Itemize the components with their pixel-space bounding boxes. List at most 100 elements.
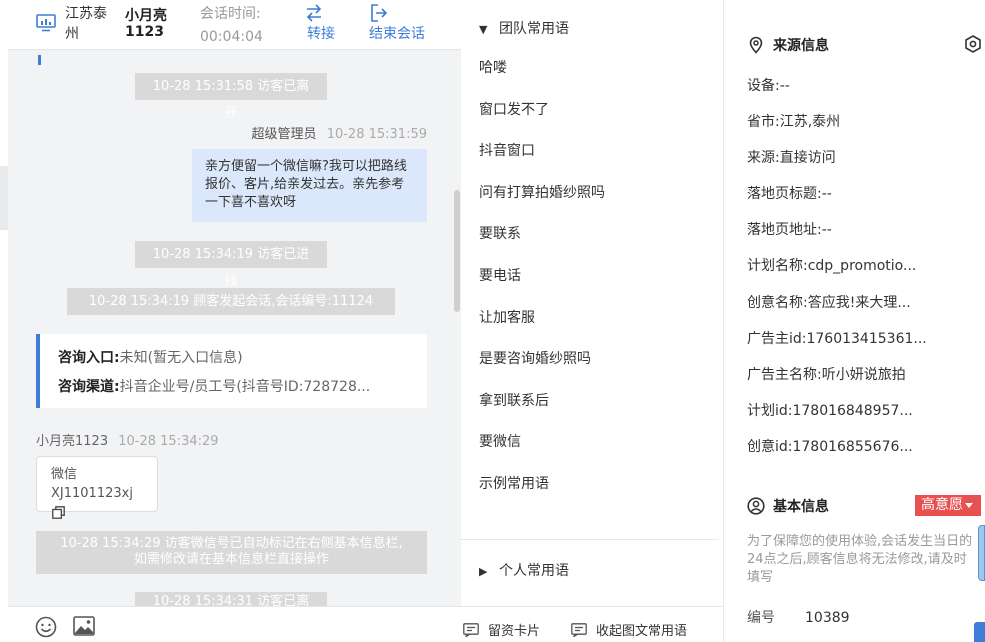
info-row: 广告主id:176013415361... xyxy=(747,330,927,347)
phrase-item[interactable]: 哈喽 xyxy=(479,58,605,100)
intent-level-label: 高意愿 xyxy=(921,497,963,513)
consult-entry-value: 未知(暂无入口信息) xyxy=(119,350,243,366)
card-icon xyxy=(463,623,479,637)
chat-header: 江苏泰州 小月亮1123 会话时间: 00:04:04 转接 结束会话 xyxy=(8,0,461,50)
system-message: 10-28 15:34:19 访客已进线 xyxy=(135,241,327,289)
customer-id-value: 10389 xyxy=(805,610,850,626)
info-row: 设备:-- xyxy=(747,78,790,94)
copy-icon[interactable] xyxy=(52,506,65,519)
info-row: 创意名称:答应我!来大理... xyxy=(747,294,911,311)
system-message-line: 10-28 15:34:29 访客微信号已自动标记在右侧基本信息栏, xyxy=(60,536,403,551)
customer-info-panel: 来源信息 设备:-- 省市:江苏,泰州 来源:直接访问 落地页标题:-- 落地页… xyxy=(725,0,985,642)
user-circle-icon xyxy=(747,497,765,515)
source-info-heading: 来源信息 xyxy=(747,35,829,55)
session-time-value: 00:04:04 xyxy=(200,29,263,45)
transfer-icon xyxy=(306,4,322,22)
intent-level-dropdown[interactable]: 高意愿 xyxy=(915,495,981,516)
customer-name-label: 小月亮1123 xyxy=(36,434,109,449)
wechat-card-title: 微信 xyxy=(51,467,78,482)
phrase-item[interactable]: 抖音窗口 xyxy=(479,141,605,183)
exit-icon xyxy=(371,4,388,22)
system-message: 10-28 15:31:58 访客已离开 xyxy=(135,73,327,121)
floating-button-edge[interactable] xyxy=(974,622,985,642)
transfer-button[interactable]: 转接 xyxy=(304,2,338,44)
basic-info-note: 为了保障您的使用体验,会话发生当日的24点之后,顾客信息将无法修改,请及时填写 xyxy=(747,534,973,585)
floating-widget-edge[interactable] xyxy=(978,525,985,581)
info-row: 计划名称:cdp_promotio... xyxy=(747,258,917,275)
agent-name: 超级管理员 xyxy=(251,127,317,142)
phrase-item[interactable]: 要微信 xyxy=(479,432,605,474)
triangle-down-icon: ▼ xyxy=(479,23,488,36)
info-row: 来源:直接访问 xyxy=(747,150,836,167)
consult-entry-row: 咨询入口:未知(暂无入口信息) xyxy=(58,344,409,373)
monitor-icon xyxy=(36,14,56,32)
info-row: 省市:江苏,泰州 xyxy=(747,114,841,131)
consult-entry-card: 咨询入口:未知(暂无入口信息) 咨询渠道:抖音企业号/员工号(抖音号ID:728… xyxy=(36,334,427,408)
system-message-wechat-tagged: 10-28 15:34:29 访客微信号已自动标记在右侧基本信息栏, 如需修改请… xyxy=(36,531,427,574)
phrase-item[interactable]: 要电话 xyxy=(479,266,605,308)
system-message: 10-28 15:34:31 访客已离开 xyxy=(135,592,327,606)
agent-message-meta: 超级管理员 10-28 15:31:59 xyxy=(8,123,427,142)
transfer-label: 转接 xyxy=(307,26,335,42)
collapse-rich-phrases-button[interactable]: 收起图文常用语 xyxy=(571,620,687,639)
triangle-right-icon: ▶ xyxy=(479,565,488,578)
basic-info-heading: 基本信息 xyxy=(747,496,829,516)
previous-card-edge xyxy=(38,55,41,65)
info-row: 计划id:178016848957... xyxy=(747,402,913,419)
agent-message-time: 10-28 15:31:59 xyxy=(326,127,427,142)
consult-channel-row: 咨询渠道:抖音企业号/员工号(抖音号ID:728728... xyxy=(58,373,409,402)
end-session-label: 结束会话 xyxy=(369,26,425,42)
consult-entry-label: 咨询入口: xyxy=(58,350,120,366)
divider xyxy=(461,539,719,540)
phrase-item[interactable]: 窗口发不了 xyxy=(479,100,605,142)
customer-id-row: 编号 10389 xyxy=(747,607,850,627)
phrase-item[interactable]: 示例常用语 xyxy=(479,474,605,516)
lead-card-button[interactable]: 留资卡片 xyxy=(463,620,540,639)
team-phrases-list: 哈喽 窗口发不了 抖音窗口 问有打算拍婚纱照吗 要联系 要电话 让加客服 是要咨… xyxy=(479,58,605,516)
quick-phrases-panel: ▼ 团队常用语 哈喽 窗口发不了 抖音窗口 问有打算拍婚纱照吗 要联系 要电话 让… xyxy=(461,0,724,642)
collapse-rich-phrases-label: 收起图文常用语 xyxy=(596,624,688,639)
wechat-card-row: XJ1101123xj xyxy=(51,484,143,522)
customer-location: 江苏泰州 xyxy=(65,6,107,42)
customer-id-label: 编号 xyxy=(747,610,775,626)
image-icon[interactable] xyxy=(73,616,95,636)
system-message-line: 如需修改请在基本信息栏直接操作 xyxy=(133,552,329,567)
location-pin-icon xyxy=(749,36,763,54)
customer-message-time: 10-28 15:34:29 xyxy=(118,434,219,449)
session-time-label: 会话时间: xyxy=(200,6,261,22)
info-row: 广告主名称:听小妍说旅拍 xyxy=(747,366,906,383)
collapsed-side-tab[interactable] xyxy=(0,166,8,230)
left-edge-strip xyxy=(0,0,8,642)
phrase-item[interactable]: 要联系 xyxy=(479,224,605,266)
info-row: 落地页地址:-- xyxy=(747,222,832,239)
personal-phrases-group-toggle[interactable]: ▶ 个人常用语 xyxy=(479,560,569,580)
team-phrases-group-label: 团队常用语 xyxy=(499,21,569,37)
agent-message-bubble: 亲方便留一个微信嘛?我可以把路线报价、客片,给亲发过去。亲先参考一下喜不喜欢呀 xyxy=(192,149,427,222)
lead-card-label: 留资卡片 xyxy=(488,624,541,639)
caret-down-icon xyxy=(965,503,973,508)
emoji-icon[interactable] xyxy=(35,616,57,638)
team-phrases-group-toggle[interactable]: ▼ 团队常用语 xyxy=(479,18,569,38)
customer-name: 小月亮1123 xyxy=(125,8,167,40)
personal-phrases-group-label: 个人常用语 xyxy=(499,563,569,579)
info-row: 创意id:178016855676... xyxy=(747,438,913,455)
phrase-item[interactable]: 问有打算拍婚纱照吗 xyxy=(479,183,605,225)
phrase-item[interactable]: 是要咨询婚纱照吗 xyxy=(479,349,605,391)
wechat-message-card: 微信 XJ1101123xj xyxy=(36,456,158,519)
chat-toolbar xyxy=(8,606,461,642)
source-info-list: 设备:-- 省市:江苏,泰州 来源:直接访问 落地页标题:-- 落地页地址:--… xyxy=(747,72,927,469)
chat-scrollbar[interactable] xyxy=(454,190,460,312)
phrase-item[interactable]: 让加客服 xyxy=(479,308,605,350)
info-row: 落地页标题:-- xyxy=(747,186,832,203)
customer-message-meta: 小月亮1123 10-28 15:34:29 xyxy=(36,430,219,449)
system-message: 10-28 15:34:19 顾客发起会话,会话编号:11124 xyxy=(67,288,395,315)
chat-panel: 江苏泰州 小月亮1123 会话时间: 00:04:04 转接 结束会话 10-2… xyxy=(8,0,461,642)
source-info-title: 来源信息 xyxy=(773,38,829,54)
end-session-button[interactable]: 结束会话 xyxy=(369,2,433,44)
settings-icon[interactable] xyxy=(963,34,983,54)
phrases-footer: 留资卡片 收起图文常用语 xyxy=(461,606,724,642)
phrase-item[interactable]: 拿到联系后 xyxy=(479,391,605,433)
wechat-id: XJ1101123xj xyxy=(51,486,133,501)
consult-channel-value: 抖音企业号/员工号(抖音号ID:728728... xyxy=(119,379,371,395)
basic-info-title: 基本信息 xyxy=(773,499,829,515)
